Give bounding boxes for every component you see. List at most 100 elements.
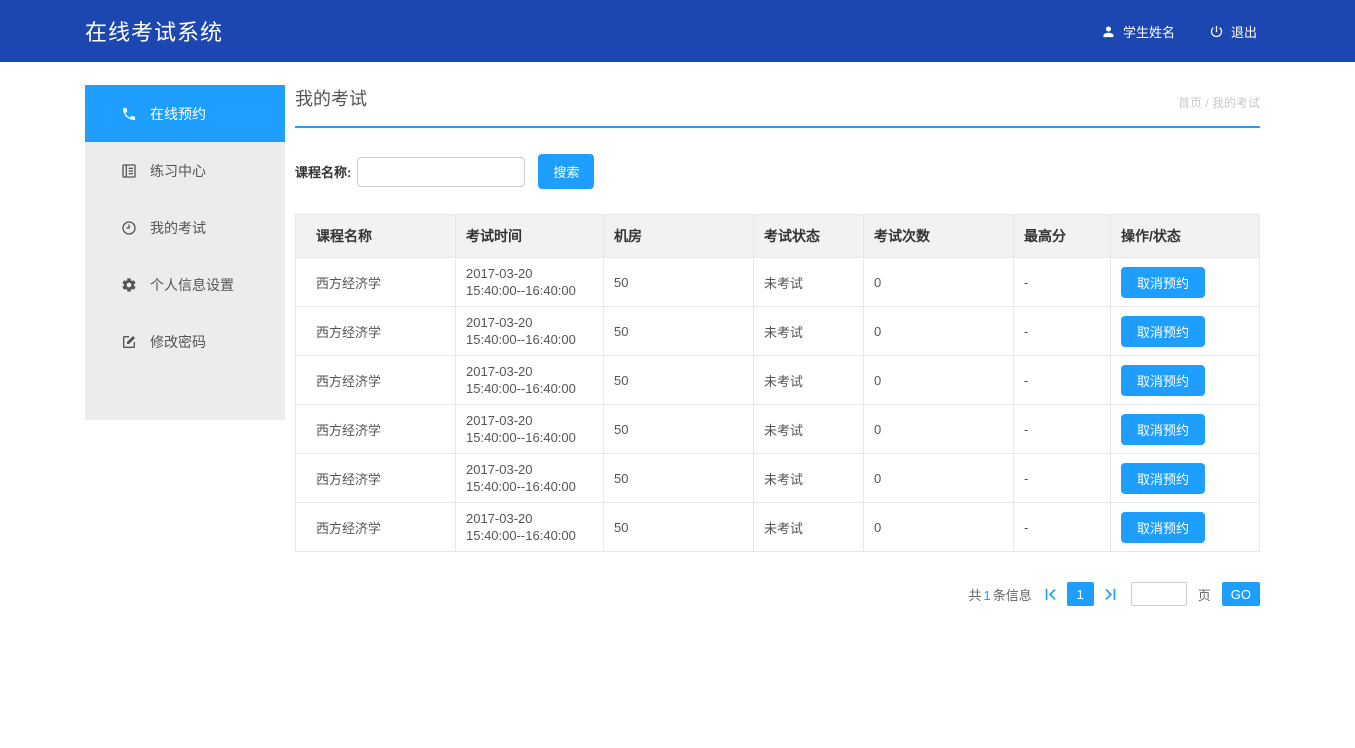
table-row: 西方经济学 2017-03-2015:40:00--16:40:00 50 未考… [296,405,1260,454]
cell-count: 0 [864,405,1014,454]
cancel-reservation-button[interactable]: 取消预约 [1121,414,1205,445]
pagination: 共1条信息 1 页 GO [295,582,1260,606]
last-page-icon [1101,586,1118,603]
course-name-input[interactable] [357,157,525,187]
edit-icon [121,334,137,350]
col-exam-count: 考试次数 [864,215,1014,258]
course-name-label: 课程名称: [295,162,351,181]
exam-table: 课程名称 考试时间 机房 考试状态 考试次数 最高分 操作/状态 西方经济学 2… [295,214,1260,552]
breadcrumb[interactable]: 首页 / 我的考试 [1178,94,1260,111]
app-header: 在线考试系统 学生姓名 退出 [0,0,1355,62]
sidebar-item-online-reservation[interactable]: 在线预约 [85,85,285,142]
pagination-current-page[interactable]: 1 [1067,582,1094,606]
cell-count: 0 [864,356,1014,405]
page-title: 我的考试 [295,85,367,111]
col-exam-status: 考试状态 [754,215,864,258]
cancel-reservation-button[interactable]: 取消预约 [1121,463,1205,494]
gear-icon [121,277,137,293]
sidebar-item-my-exams[interactable]: 我的考试 [85,199,285,256]
cell-course: 西方经济学 [296,307,456,356]
table-row: 西方经济学 2017-03-2015:40:00--16:40:00 50 未考… [296,258,1260,307]
cell-course: 西方经济学 [296,405,456,454]
sidebar-item-label: 练习中心 [150,161,206,181]
header-right: 学生姓名 退出 [1101,22,1257,41]
cell-best: - [1014,454,1111,503]
sidebar-item-label: 在线预约 [150,104,206,124]
col-best-score: 最高分 [1014,215,1111,258]
cell-action: 取消预约 [1111,405,1260,454]
cell-best: - [1014,258,1111,307]
cell-best: - [1014,503,1111,552]
cell-best: - [1014,307,1111,356]
sidebar-item-change-password[interactable]: 修改密码 [85,313,285,370]
cell-room: 50 [604,454,754,503]
col-room: 机房 [604,215,754,258]
sidebar-item-label: 修改密码 [150,332,206,352]
cell-time: 2017-03-2015:40:00--16:40:00 [456,503,604,552]
cell-action: 取消预约 [1111,356,1260,405]
app-title: 在线考试系统 [85,15,223,47]
logout-button[interactable]: 退出 [1209,22,1257,41]
cancel-reservation-button[interactable]: 取消预约 [1121,365,1205,396]
col-exam-time: 考试时间 [456,215,604,258]
cell-count: 0 [864,258,1014,307]
cell-room: 50 [604,307,754,356]
cell-time: 2017-03-2015:40:00--16:40:00 [456,307,604,356]
main-content: 我的考试 首页 / 我的考试 课程名称: 搜索 课程名称 考试时间 机房 考试状… [295,85,1260,606]
cell-course: 西方经济学 [296,258,456,307]
page-number-input[interactable] [1131,582,1187,606]
cell-course: 西方经济学 [296,454,456,503]
user-menu[interactable]: 学生姓名 [1101,22,1175,41]
cell-best: - [1014,405,1111,454]
sidebar-item-practice-center[interactable]: 练习中心 [85,142,285,199]
table-header-row: 课程名称 考试时间 机房 考试状态 考试次数 最高分 操作/状态 [296,215,1260,258]
cell-time: 2017-03-2015:40:00--16:40:00 [456,454,604,503]
table-row: 西方经济学 2017-03-2015:40:00--16:40:00 50 未考… [296,503,1260,552]
first-page-icon [1043,586,1060,603]
pagination-last-button[interactable] [1101,586,1118,603]
title-row: 我的考试 首页 / 我的考试 [295,85,1260,128]
cell-course: 西方经济学 [296,503,456,552]
sidebar-item-profile-settings[interactable]: 个人信息设置 [85,256,285,313]
cancel-reservation-button[interactable]: 取消预约 [1121,512,1205,543]
phone-icon [121,106,137,122]
table-row: 西方经济学 2017-03-2015:40:00--16:40:00 50 未考… [296,356,1260,405]
sidebar-item-label: 个人信息设置 [150,275,234,295]
cell-count: 0 [864,503,1014,552]
cell-count: 0 [864,307,1014,356]
cell-time: 2017-03-2015:40:00--16:40:00 [456,405,604,454]
table-row: 西方经济学 2017-03-2015:40:00--16:40:00 50 未考… [296,454,1260,503]
cell-room: 50 [604,503,754,552]
user-icon [1101,24,1116,39]
cell-best: - [1014,356,1111,405]
col-action: 操作/状态 [1111,215,1260,258]
cancel-reservation-button[interactable]: 取消预约 [1121,316,1205,347]
cell-time: 2017-03-2015:40:00--16:40:00 [456,258,604,307]
cell-action: 取消预约 [1111,258,1260,307]
cell-action: 取消预约 [1111,503,1260,552]
search-bar: 课程名称: 搜索 [295,154,1260,189]
pagination-first-button[interactable] [1043,586,1060,603]
cell-room: 50 [604,356,754,405]
cell-status: 未考试 [754,503,864,552]
cell-room: 50 [604,258,754,307]
cell-status: 未考试 [754,405,864,454]
pagination-total-count: 1 [982,588,993,603]
search-button[interactable]: 搜索 [538,154,594,189]
power-icon [1209,24,1224,39]
go-button[interactable]: GO [1222,582,1260,606]
book-icon [121,163,137,179]
cancel-reservation-button[interactable]: 取消预约 [1121,267,1205,298]
cell-status: 未考试 [754,356,864,405]
table-row: 西方经济学 2017-03-2015:40:00--16:40:00 50 未考… [296,307,1260,356]
cell-room: 50 [604,405,754,454]
page-unit-label: 页 [1198,585,1211,604]
sidebar: 在线预约 练习中心 我的考试 个人信息设置 修改密码 [85,85,285,420]
col-course-name: 课程名称 [296,215,456,258]
cell-time: 2017-03-2015:40:00--16:40:00 [456,356,604,405]
cell-course: 西方经济学 [296,356,456,405]
sidebar-item-label: 我的考试 [150,218,206,238]
user-name: 学生姓名 [1123,22,1175,41]
cell-status: 未考试 [754,258,864,307]
cell-count: 0 [864,454,1014,503]
